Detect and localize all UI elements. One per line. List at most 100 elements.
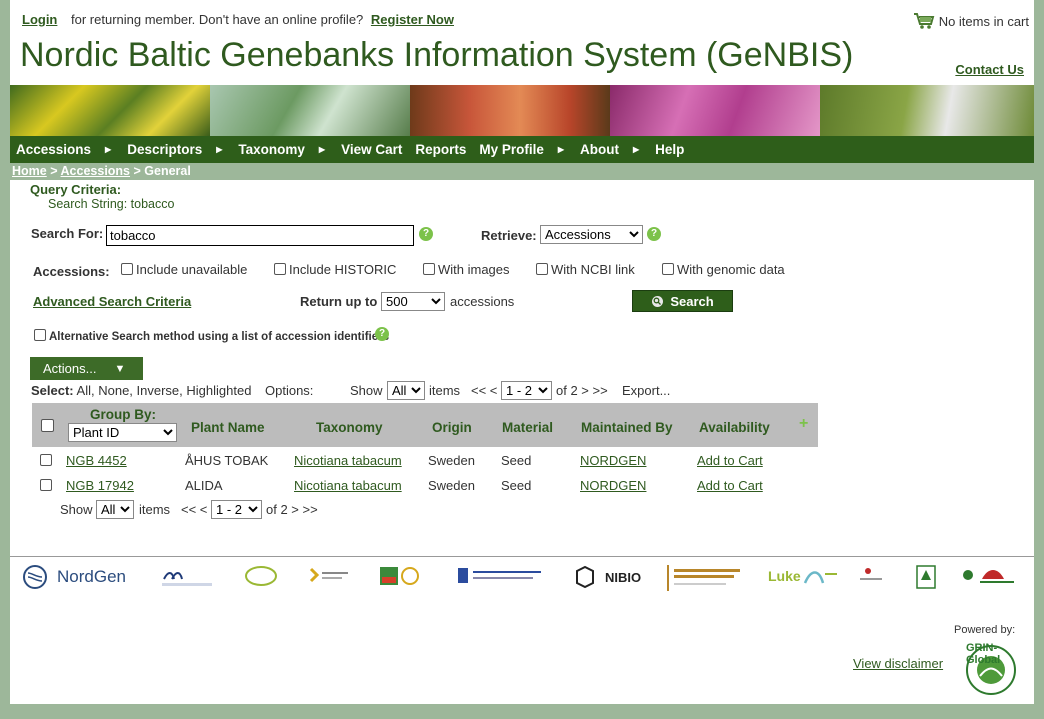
column-maintained-by[interactable]: Maintained By	[581, 420, 673, 435]
taxonomy-link[interactable]: Nicotiana tabacum	[294, 453, 402, 468]
top-bar: Login for returning member. Don't have a…	[22, 12, 454, 27]
plant-name: ALIDA	[185, 478, 223, 493]
emu-logo[interactable]	[379, 565, 421, 587]
maintained-by-link[interactable]: NORDGEN	[580, 478, 646, 493]
search-input[interactable]	[106, 225, 414, 246]
return-up-to-label: Return up to	[300, 294, 378, 309]
column-taxonomy[interactable]: Taxonomy	[316, 420, 383, 435]
export-link[interactable]: Export...	[622, 383, 670, 398]
login-link[interactable]: Login	[22, 12, 57, 27]
tree-icon	[916, 565, 936, 589]
search-button[interactable]: Search	[632, 290, 733, 312]
returning-text: for returning member. Don't have an onli…	[71, 12, 364, 27]
with-images-checkbox[interactable]: With images	[423, 262, 510, 277]
column-plant-name[interactable]: Plant Name	[191, 420, 265, 435]
nibio-logo-icon	[576, 565, 594, 589]
add-column-icon[interactable]: +	[799, 415, 808, 433]
return-limit-select[interactable]: 500	[381, 292, 445, 311]
caret-right-icon: ▶	[557, 145, 565, 154]
register-link[interactable]: Register Now	[371, 12, 454, 27]
reykjavik-botanic-garden-logo[interactable]	[457, 565, 545, 587]
cart-icon	[913, 13, 935, 29]
column-origin[interactable]: Origin	[432, 420, 472, 435]
row-checkbox[interactable]	[40, 454, 52, 466]
page-select[interactable]: 1 - 2	[501, 381, 552, 400]
taxonomy-link[interactable]: Nicotiana tabacum	[294, 478, 402, 493]
nav-taxonomy[interactable]: Taxonomy ▶	[238, 142, 333, 157]
grin-global-text: GRIN-Global	[966, 642, 1001, 666]
footer-divider	[10, 556, 1034, 557]
advanced-search-link[interactable]: Advanced Search Criteria	[33, 294, 191, 309]
pager-prev-bottom[interactable]: << <	[181, 502, 207, 517]
select-options[interactable]: All, None, Inverse, Highlighted	[77, 383, 252, 398]
show-count-select[interactable]: All	[387, 381, 425, 400]
add-to-cart-link[interactable]: Add to Cart	[697, 453, 763, 468]
nordgen-logo[interactable]: NordGen	[23, 565, 126, 589]
pager-next-bottom[interactable]: of 2 > >>	[266, 502, 318, 517]
luke-logo-graphic	[803, 571, 837, 584]
include-unavailable-checkbox[interactable]: Include unavailable	[121, 262, 247, 277]
with-genomic-data-checkbox[interactable]: With genomic data	[662, 262, 785, 277]
cart-status[interactable]: No items in cart	[913, 12, 1029, 30]
view-disclaimer-link[interactable]: View disclaimer	[853, 656, 943, 671]
maintained-by-link[interactable]: NORDGEN	[580, 453, 646, 468]
grin-global-logo[interactable]: GRIN-Global	[958, 638, 1024, 698]
pager-next[interactable]: of 2 > >>	[556, 383, 608, 398]
select-all-checkbox[interactable]	[41, 419, 54, 432]
row-checkbox[interactable]	[40, 479, 52, 491]
partner-logo-red[interactable]	[856, 565, 886, 587]
nav-view-cart[interactable]: View Cart	[341, 142, 402, 157]
nav-about[interactable]: About ▶	[580, 142, 647, 157]
add-to-cart-link[interactable]: Add to Cart	[697, 478, 763, 493]
retrieve-label: Retrieve:	[481, 228, 537, 243]
nav-my-profile[interactable]: My Profile ▶	[479, 142, 572, 157]
alternative-search-checkbox[interactable]: Alternative Search method using a list o…	[34, 329, 389, 343]
table-row: NGB 17942 ALIDA Nicotiana tabacum Sweden…	[32, 474, 818, 498]
norwegian-genetic-resource-centre-logo[interactable]	[667, 565, 745, 591]
site-title: Nordic Baltic Genebanks Information Syst…	[20, 36, 854, 74]
column-availability[interactable]: Availability	[699, 420, 770, 435]
breadcrumb-separator: >	[46, 164, 61, 178]
nordgen-logo-icon	[23, 565, 47, 589]
actions-button[interactable]: Actions... ▼	[30, 357, 143, 380]
help-icon[interactable]: ?	[375, 327, 389, 341]
nordgen-logo-text: NordGen	[57, 567, 126, 586]
column-material[interactable]: Material	[502, 420, 553, 435]
pager-prev[interactable]: << <	[471, 383, 497, 398]
breadcrumb-home[interactable]: Home	[12, 164, 47, 178]
help-icon[interactable]: ?	[419, 227, 433, 241]
nibio-logo[interactable]: NIBIO	[573, 565, 641, 589]
help-icon[interactable]: ?	[647, 227, 661, 241]
show-count-select-bottom[interactable]: All	[96, 500, 134, 519]
ecpgr-logo[interactable]	[308, 565, 350, 585]
slu-logo[interactable]	[960, 565, 1018, 589]
breadcrumb-separator: >	[130, 164, 145, 178]
caret-right-icon: ▶	[633, 145, 640, 154]
contact-us-link[interactable]: Contact Us	[955, 62, 1024, 77]
include-historic-checkbox[interactable]: Include HISTORIC	[274, 262, 396, 277]
partner-red-graphic	[860, 568, 882, 580]
accession-id-link[interactable]: NGB 4452	[66, 453, 127, 468]
fogb-logo-graphic	[245, 566, 277, 586]
accession-id-link[interactable]: NGB 17942	[66, 478, 134, 493]
aarhus-university-logo[interactable]	[160, 565, 218, 589]
main-nav: Accessions ▶ Descriptors ▶ Taxonomy ▶ View …	[10, 136, 1034, 163]
luke-logo[interactable]: Luke	[768, 565, 839, 587]
page-select-bottom[interactable]: 1 - 2	[211, 500, 262, 519]
partner-logo-tree[interactable]	[915, 565, 937, 589]
nav-help[interactable]: Help	[655, 142, 684, 157]
page: Login for returning member. Don't have a…	[10, 0, 1034, 704]
group-by-select[interactable]: Plant ID	[68, 423, 177, 442]
query-criteria-label: Query Criteria:	[30, 182, 122, 197]
cart-text: No items in cart	[938, 13, 1029, 29]
banner-image	[10, 85, 1034, 136]
nav-reports[interactable]: Reports	[415, 142, 466, 157]
return-suffix: accessions	[450, 294, 515, 309]
fogb-logo[interactable]	[244, 565, 278, 587]
nav-accessions[interactable]: Accessions ▶	[16, 142, 119, 157]
breadcrumb-accessions[interactable]: Accessions	[61, 164, 130, 178]
with-ncbi-link-checkbox[interactable]: With NCBI link	[536, 262, 635, 277]
nav-descriptors[interactable]: Descriptors ▶	[127, 142, 230, 157]
table-row: NGB 4452 ÅHUS TOBAK Nicotiana tabacum Sw…	[32, 449, 818, 473]
retrieve-select[interactable]: Accessions	[540, 225, 643, 244]
